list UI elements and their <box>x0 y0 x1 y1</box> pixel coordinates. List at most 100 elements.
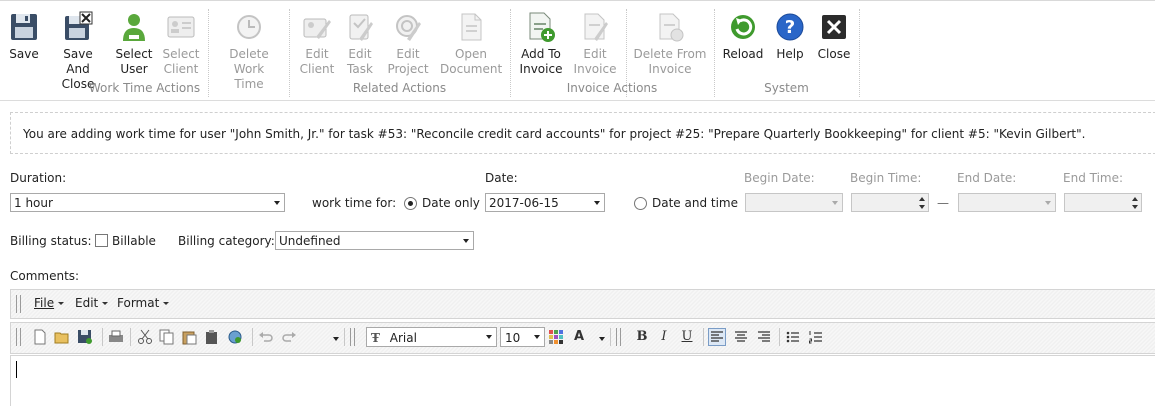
edit-invoice-button[interactable]: Edit Invoice <box>572 1 618 85</box>
italic-icon[interactable]: I <box>655 329 673 345</box>
align-left-icon[interactable] <box>708 328 726 346</box>
copy-icon[interactable] <box>159 329 175 345</box>
delete-from-invoice-button[interactable]: Delete From Invoice <box>632 1 708 85</box>
help-button[interactable]: ? Help <box>772 1 808 85</box>
font-size-select[interactable]: 10 <box>500 327 545 347</box>
billable-checkbox[interactable] <box>95 234 108 247</box>
billing-category-select[interactable]: Undefined <box>275 231 474 250</box>
toolbar-separator <box>252 328 253 346</box>
open-document-button[interactable]: Open Document <box>440 1 502 85</box>
date-only-label[interactable]: Date only <box>422 196 480 210</box>
redo-icon[interactable] <box>281 329 297 345</box>
date-and-time-radio[interactable] <box>634 197 647 210</box>
toolbar-grip[interactable] <box>350 328 355 346</box>
end-date-picker[interactable] <box>958 193 1056 212</box>
delete-invoice-icon <box>659 13 684 42</box>
new-document-icon[interactable] <box>32 329 48 345</box>
align-center-icon[interactable] <box>733 329 749 345</box>
chevron-down-icon <box>1045 201 1051 205</box>
underline-icon[interactable]: U <box>678 329 696 345</box>
date-only-radio[interactable] <box>404 197 417 210</box>
date-value: 2017-06-15 <box>489 196 559 210</box>
save-and-close-button[interactable]: Save And Close <box>50 1 106 91</box>
delete-work-time-button[interactable]: Delete Work Time <box>218 1 280 91</box>
edit-invoice-icon <box>584 13 608 41</box>
menu-file[interactable]: File <box>34 296 65 310</box>
date-picker[interactable]: 2017-06-15 <box>485 193 605 212</box>
edit-task-button[interactable]: Edit Task <box>342 1 378 85</box>
reload-button[interactable]: Reload <box>720 1 766 85</box>
toolbar-grip[interactable] <box>16 295 21 313</box>
bold-icon[interactable]: B <box>633 329 651 345</box>
begin-date-picker[interactable] <box>745 193 843 212</box>
end-date-label: End Date: <box>957 171 1017 185</box>
menu-edit-label: Edit <box>75 296 99 310</box>
undo-icon[interactable] <box>258 329 274 345</box>
menu-edit[interactable]: Edit <box>75 296 109 310</box>
add-to-invoice-button[interactable]: Add To Invoice <box>518 1 564 85</box>
align-right-icon[interactable] <box>756 329 772 345</box>
reload-icon <box>731 15 755 39</box>
caret-down-icon <box>163 302 170 305</box>
billing-status-label: Billing status: <box>10 234 92 248</box>
floppy-disk-icon <box>11 14 37 40</box>
comments-label: Comments: <box>10 269 80 283</box>
open-document-label: Open Document <box>440 47 503 76</box>
toolbar-grip[interactable] <box>616 328 621 346</box>
color-grid-icon[interactable] <box>548 329 564 345</box>
close-button[interactable]: Close <box>814 1 854 85</box>
end-time-spinner[interactable] <box>1064 193 1142 212</box>
date-label: Date: <box>485 171 518 185</box>
date-and-time-label[interactable]: Date and time <box>652 196 738 210</box>
edit-task-icon <box>349 14 373 41</box>
chevron-down-icon <box>274 201 280 205</box>
save-doc-icon[interactable] <box>77 329 93 345</box>
help-label: Help <box>776 47 804 61</box>
font-color-icon[interactable]: A <box>570 329 588 345</box>
chevron-down-icon <box>832 201 838 205</box>
group-label-related-actions: Related Actions <box>352 81 447 95</box>
ribbon-toolbar: Save Save And Close Select User Select C… <box>0 0 1155 101</box>
add-invoice-icon <box>529 12 555 42</box>
bullet-list-icon[interactable] <box>785 329 801 345</box>
toolbar-overflow-chevron-icon[interactable] <box>333 337 339 341</box>
save-label: Save <box>9 47 39 61</box>
open-folder-icon[interactable] <box>54 329 70 345</box>
font-name-select[interactable]: Ŧ Arial <box>366 327 497 347</box>
range-dash: — <box>937 196 949 210</box>
menu-format-label: Format <box>117 296 160 310</box>
print-icon[interactable] <box>108 329 124 345</box>
billing-category-label: Billing category: <box>178 234 275 248</box>
save-close-icon <box>65 11 93 40</box>
comments-editor[interactable] <box>10 355 1155 406</box>
paste-icon[interactable] <box>181 329 197 345</box>
group-label-invoice-actions: Invoice Actions <box>566 81 658 95</box>
duration-select[interactable]: 1 hour <box>10 193 285 212</box>
font-name-value: Arial <box>389 331 417 345</box>
numbered-list-icon[interactable] <box>808 329 824 345</box>
cut-icon[interactable] <box>137 329 153 345</box>
help-icon: ? <box>776 13 804 41</box>
billable-label[interactable]: Billable <box>112 234 156 248</box>
edit-project-label: Edit Project <box>387 47 429 76</box>
find-replace-icon[interactable] <box>227 329 243 345</box>
toolbar-separator <box>344 328 345 346</box>
chevron-down-icon <box>486 335 492 339</box>
menu-format[interactable]: Format <box>117 296 170 310</box>
begin-date-label: Begin Date: <box>744 171 815 185</box>
edit-invoice-label: Edit Invoice <box>573 47 617 76</box>
spinner-arrows-icon <box>1131 195 1139 211</box>
edit-project-icon <box>396 15 421 41</box>
toolbar-overflow-chevron-icon[interactable] <box>599 337 605 341</box>
select-client-button[interactable]: Select Client <box>158 1 204 85</box>
save-button[interactable]: Save <box>4 1 44 85</box>
select-user-label: Select User <box>115 47 153 76</box>
edit-client-button[interactable]: Edit Client <box>296 1 338 85</box>
begin-time-label: Begin Time: <box>850 171 922 185</box>
paste-special-icon[interactable] <box>204 329 220 345</box>
toolbar-grip[interactable] <box>16 328 21 346</box>
begin-time-spinner[interactable] <box>851 193 929 212</box>
edit-project-button[interactable]: Edit Project <box>384 1 432 85</box>
reload-label: Reload <box>722 47 764 61</box>
select-user-button[interactable]: Select User <box>112 1 156 85</box>
